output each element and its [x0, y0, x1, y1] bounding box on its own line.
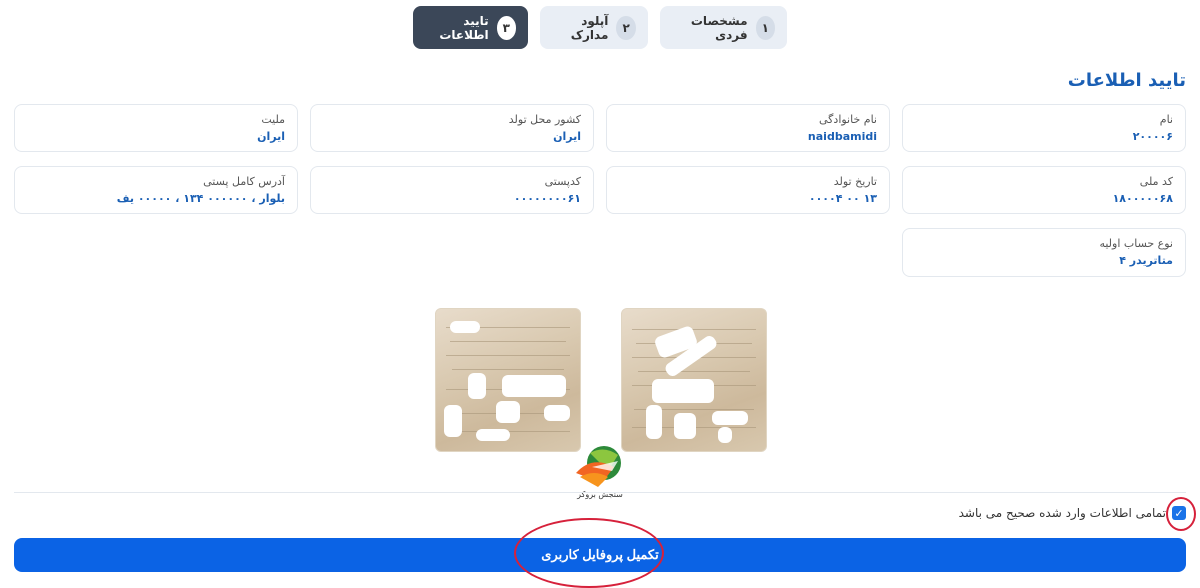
field-last-name: نام خانوادگی naidbamidi — [606, 104, 890, 152]
field-label: تاریخ تولد — [833, 175, 877, 188]
field-account-type: نوع حساب اولیه متاتریدر ۴ — [902, 228, 1186, 277]
step-personal-info[interactable]: ۱ مشخصات فردی — [660, 6, 787, 49]
field-postal-code: کدپستی ۰۰۰۰۰۰۰۰۶۱ — [310, 166, 594, 214]
step-label: مشخصات فردی — [690, 13, 748, 42]
step-number: ۲ — [616, 15, 636, 40]
field-nationality: ملیت ایران — [14, 104, 298, 152]
field-label: کشور محل تولد — [508, 113, 581, 126]
field-value: naidbamidi — [807, 130, 877, 143]
field-label: نام خانوادگی — [819, 113, 877, 126]
field-value: ایران — [257, 130, 285, 143]
confirm-row: ✓ تمامی اطلاعات وارد شده صحیح می باشد — [959, 506, 1186, 520]
field-label: کد ملی — [1139, 175, 1173, 188]
highlight-ring-checkbox — [1166, 497, 1196, 531]
step-number: ۳ — [496, 15, 516, 40]
field-label: ملیت — [261, 113, 285, 126]
id-document-image — [621, 308, 767, 452]
field-postal-address: آدرس کامل پستی بلوار ، ۰۰۰۰۰۰ ۱۳۴ ، ۰۰۰۰… — [14, 166, 298, 214]
field-label: نوع حساب اولیه — [1099, 237, 1173, 250]
field-value: ۱۸۰۰۰۰۰۶۸ — [1112, 192, 1173, 205]
stepper: ۱ مشخصات فردی ۲ آپلود مدارک ۳ تایید اطلا… — [0, 6, 1200, 50]
field-value: ۰۰۰۰۰۰۰۰۶۱ — [513, 192, 581, 205]
field-birth-country: کشور محل تولد ایران — [310, 104, 594, 152]
field-value: ۱۳ ۰۰ ۰۰۰۰۴ — [808, 192, 877, 205]
field-label: آدرس کامل پستی — [203, 175, 285, 188]
confirm-label: تمامی اطلاعات وارد شده صحیح می باشد — [958, 506, 1166, 520]
field-value: ۲۰۰۰۰۶ — [1132, 130, 1173, 143]
field-label: کدپستی — [544, 175, 581, 188]
field-birth-date: تاریخ تولد ۱۳ ۰۰ ۰۰۰۰۴ — [606, 166, 890, 214]
step-label: تایید اطلاعات — [439, 13, 489, 42]
step-confirm-info[interactable]: ۳ تایید اطلاعات — [413, 6, 528, 49]
highlight-ring-button — [514, 518, 664, 588]
step-upload-documents[interactable]: ۲ آپلود مدارک — [540, 6, 648, 49]
page-title: تایید اطلاعات — [1067, 70, 1186, 91]
field-first-name: نام ۲۰۰۰۰۶ — [902, 104, 1186, 152]
id-document-image — [435, 308, 581, 452]
divider — [14, 492, 1186, 493]
field-label: نام — [1159, 113, 1173, 126]
field-value: ایران — [553, 130, 581, 143]
field-value: متاتریدر ۴ — [1119, 254, 1173, 267]
field-national-code: کد ملی ۱۸۰۰۰۰۰۶۸ — [902, 166, 1186, 214]
step-label: آپلود مدارک — [570, 13, 609, 42]
field-value: بلوار ، ۰۰۰۰۰۰ ۱۳۴ ، ۰۰۰۰۰ یف — [116, 192, 285, 205]
step-number: ۱ — [755, 15, 775, 40]
